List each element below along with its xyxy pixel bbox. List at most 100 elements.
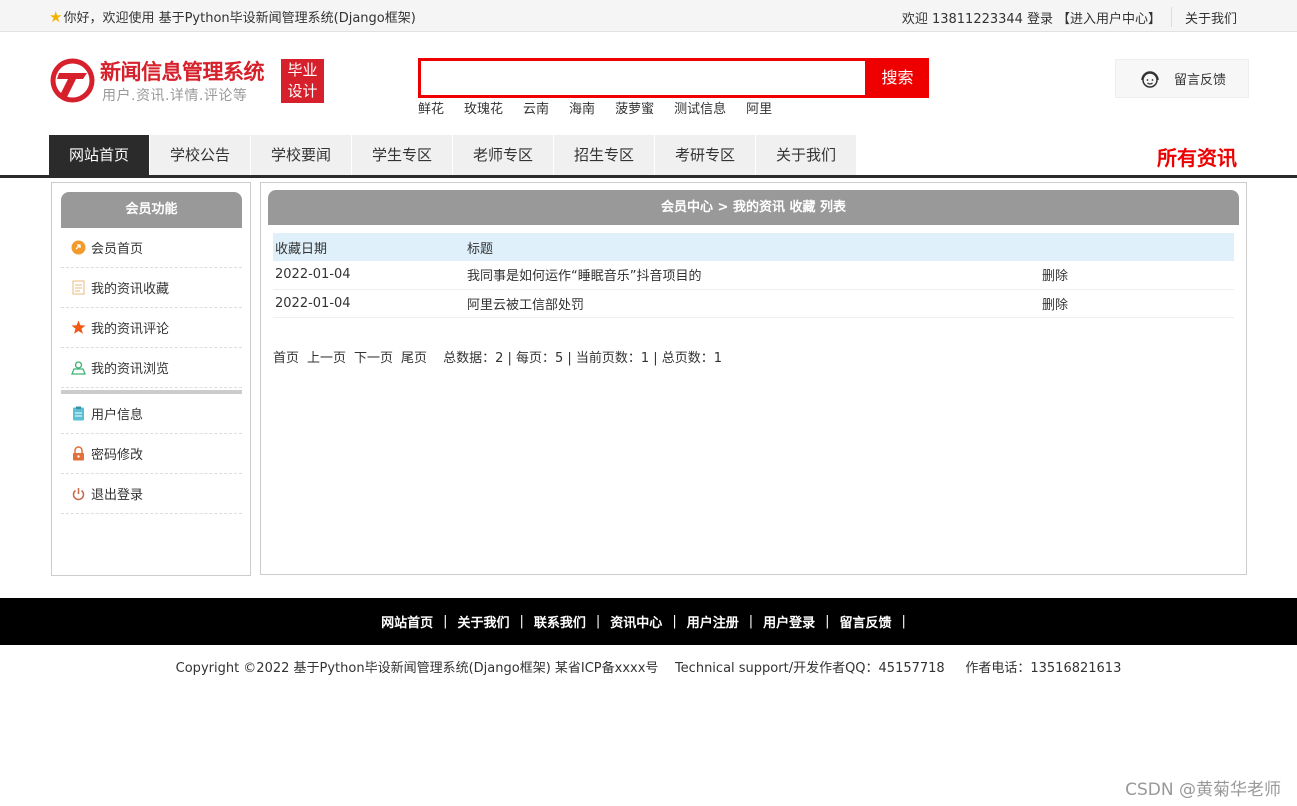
footer-separator: | bbox=[672, 614, 677, 629]
badge-line-1: 毕业 bbox=[287, 61, 318, 79]
favorites-table: 收藏日期 标题 2022-01-04 我同事是如何运作“睡眠音乐”抖音项目的 删… bbox=[273, 233, 1234, 318]
lock-icon bbox=[71, 446, 86, 461]
first-page-link[interactable]: 首页 bbox=[273, 347, 299, 366]
footer-link-contact[interactable]: 联系我们 bbox=[534, 612, 586, 631]
main-nav: 网站首页 学校公告 学校要闻 学生专区 老师专区 招生专区 考研专区 关于我们 bbox=[49, 135, 857, 175]
welcome-text: 你好，欢迎使用 基于Python毕设新闻管理系统(Django框架) bbox=[63, 11, 416, 26]
sidebar-item-logout[interactable]: 退出登录 bbox=[61, 474, 242, 514]
table-header-row: 收藏日期 标题 bbox=[273, 233, 1234, 261]
document-icon bbox=[71, 280, 86, 295]
hot-keyword[interactable]: 玫瑰花 bbox=[464, 98, 503, 117]
all-news-link[interactable]: 所有资讯 bbox=[1157, 142, 1237, 171]
sidebar-item-user-info[interactable]: 用户信息 bbox=[61, 394, 242, 434]
user-view-icon bbox=[71, 360, 86, 375]
column-header-action bbox=[1040, 233, 1234, 261]
logo-title: 新闻信息管理系统 bbox=[100, 60, 265, 84]
search-box bbox=[418, 58, 868, 98]
badge-line-2: 设计 bbox=[287, 82, 318, 100]
sidebar-item-label: 退出登录 bbox=[91, 488, 144, 503]
user-center-link[interactable]: 【进入用户中心】 bbox=[1057, 8, 1161, 27]
footer-link-feedback[interactable]: 留言反馈 bbox=[840, 612, 892, 631]
nav-item-about[interactable]: 关于我们 bbox=[756, 135, 856, 175]
pagination-summary: 总数据：2 | 每页：5 | 当前页数：1 | 总页数：1 bbox=[443, 351, 723, 366]
sidebar-title: 会员功能 bbox=[61, 192, 242, 228]
sidebar-item-browse-history[interactable]: 我的资讯浏览 bbox=[61, 348, 242, 388]
panel-title: 会员中心 > 我的资讯 收藏 列表 bbox=[268, 190, 1239, 225]
divider bbox=[1170, 7, 1172, 27]
member-sidebar: 会员功能 会员首页 我的资讯收藏 我的资讯评论 我的资讯浏览 用户信息 密码修改… bbox=[51, 182, 251, 576]
power-icon bbox=[71, 486, 86, 501]
sidebar-item-label: 我的资讯浏览 bbox=[91, 362, 170, 377]
welcome-message: ★ 你好，欢迎使用 基于Python毕设新闻管理系统(Django框架) bbox=[49, 7, 416, 26]
sidebar-item-label: 密码修改 bbox=[91, 448, 144, 463]
search-input[interactable] bbox=[421, 61, 865, 95]
logo-mark-icon bbox=[50, 58, 95, 103]
nav-item-home[interactable]: 网站首页 bbox=[49, 135, 149, 175]
hot-keyword[interactable]: 云南 bbox=[523, 98, 549, 117]
graduation-badge: 毕业 设计 bbox=[281, 59, 324, 103]
clipboard-icon bbox=[71, 406, 86, 421]
search-button[interactable]: 搜索 bbox=[866, 58, 929, 98]
feedback-button[interactable]: 留言反馈 bbox=[1115, 59, 1249, 98]
favorites-panel: 会员中心 > 我的资讯 收藏 列表 收藏日期 标题 2022-01-04 我同事… bbox=[260, 182, 1247, 575]
footer-separator: | bbox=[443, 614, 448, 629]
nav-item-announcements[interactable]: 学校公告 bbox=[150, 135, 250, 175]
footer-separator: | bbox=[595, 614, 601, 629]
sidebar-item-member-home[interactable]: 会员首页 bbox=[61, 228, 242, 268]
nav-item-students[interactable]: 学生专区 bbox=[352, 135, 452, 175]
sidebar-item-comments[interactable]: 我的资讯评论 bbox=[61, 308, 242, 348]
footer-link-about[interactable]: 关于我们 bbox=[457, 612, 509, 631]
sidebar-item-change-password[interactable]: 密码修改 bbox=[61, 434, 242, 474]
hot-keyword[interactable]: 海南 bbox=[569, 98, 595, 117]
next-page-link[interactable]: 下一页 bbox=[354, 347, 393, 366]
footer-separator: | bbox=[901, 614, 906, 629]
table-row: 2022-01-04 我同事是如何运作“睡眠音乐”抖音项目的 删除 bbox=[273, 261, 1234, 290]
site-logo[interactable]: 新闻信息管理系统 用户.资讯.详情.评论等 毕业 设计 bbox=[49, 56, 325, 106]
column-header-title: 标题 bbox=[465, 233, 1040, 261]
sidebar-item-label: 会员首页 bbox=[91, 242, 144, 257]
footer-link-register[interactable]: 用户注册 bbox=[687, 612, 739, 631]
feedback-label: 留言反馈 bbox=[1174, 73, 1227, 88]
sidebar-menu: 会员首页 我的资讯收藏 我的资讯评论 我的资讯浏览 用户信息 密码修改 退出登录 bbox=[61, 228, 242, 514]
watermark: CSDN @黄菊华老师 bbox=[1125, 780, 1281, 800]
last-page-link[interactable]: 尾页 bbox=[401, 347, 427, 366]
hot-keyword[interactable]: 鲜花 bbox=[418, 98, 444, 117]
nav-item-news[interactable]: 学校要闻 bbox=[251, 135, 351, 175]
footer-link-login[interactable]: 用户登录 bbox=[763, 612, 815, 631]
top-user-links: 欢迎 13811223344 登录 【进入用户中心】 关于我们 bbox=[898, 7, 1237, 27]
hot-keyword[interactable]: 菠萝蜜 bbox=[615, 98, 654, 117]
nav-divider bbox=[0, 175, 1297, 178]
nav-item-teachers[interactable]: 老师专区 bbox=[453, 135, 553, 175]
row-title-link[interactable]: 阿里云被工信部处罚 bbox=[465, 289, 1040, 318]
hot-keywords: 鲜花 玫瑰花 云南 海南 菠萝蜜 测试信息 阿里 bbox=[418, 98, 792, 117]
row-date: 2022-01-04 bbox=[273, 289, 465, 318]
delete-link[interactable]: 删除 bbox=[1040, 289, 1234, 318]
prev-page-link[interactable]: 上一页 bbox=[307, 347, 346, 366]
sidebar-item-label: 我的资讯评论 bbox=[91, 322, 170, 337]
sidebar-item-label: 用户信息 bbox=[91, 408, 144, 423]
login-link[interactable]: 登录 bbox=[1027, 8, 1053, 27]
home-icon bbox=[71, 240, 86, 255]
footer-separator: | bbox=[748, 614, 754, 629]
logo-subtitle: 用户.资讯.详情.评论等 bbox=[102, 88, 248, 104]
row-date: 2022-01-04 bbox=[273, 261, 465, 290]
footer-separator: | bbox=[519, 614, 524, 629]
sidebar-item-favorites[interactable]: 我的资讯收藏 bbox=[61, 268, 242, 308]
about-link[interactable]: 关于我们 bbox=[1185, 8, 1237, 27]
sidebar-item-label: 我的资讯收藏 bbox=[91, 282, 170, 297]
footer-link-news-center[interactable]: 资讯中心 bbox=[610, 612, 662, 631]
column-header-date: 收藏日期 bbox=[273, 233, 465, 261]
row-title-link[interactable]: 我同事是如何运作“睡眠音乐”抖音项目的 bbox=[465, 261, 1040, 290]
hot-keyword[interactable]: 阿里 bbox=[746, 98, 772, 117]
user-welcome: 欢迎 13811223344 bbox=[901, 11, 1023, 27]
hot-keyword[interactable]: 测试信息 bbox=[674, 98, 726, 117]
nav-item-postgrad[interactable]: 考研专区 bbox=[655, 135, 755, 175]
search-bar: 搜索 bbox=[418, 58, 929, 98]
delete-link[interactable]: 删除 bbox=[1040, 261, 1234, 290]
nav-item-admissions[interactable]: 招生专区 bbox=[554, 135, 654, 175]
star-icon: ★ bbox=[49, 7, 63, 26]
footer-link-home[interactable]: 网站首页 bbox=[381, 612, 433, 631]
footer-separator: | bbox=[825, 614, 830, 629]
copyright-text: Copyright ©2022 基于Python毕设新闻管理系统(Django框… bbox=[175, 661, 1122, 676]
star-icon bbox=[71, 320, 86, 335]
